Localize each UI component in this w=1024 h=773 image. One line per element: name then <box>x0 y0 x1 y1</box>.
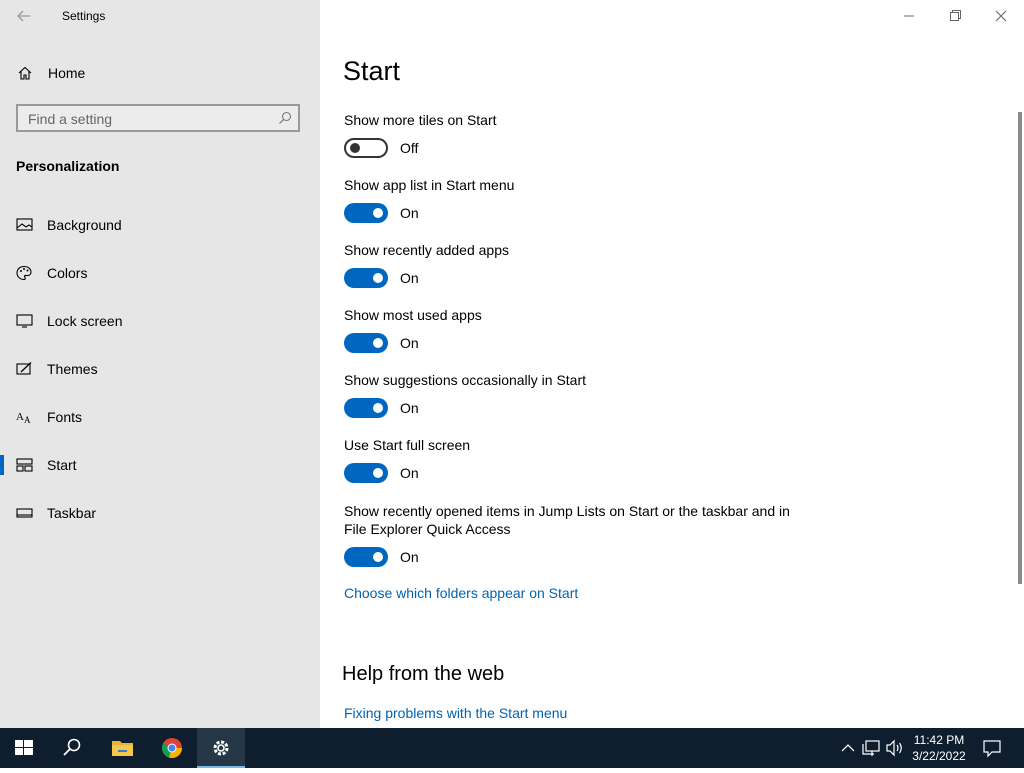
sidebar-item-label: Fonts <box>47 409 83 425</box>
sidebar-item-start[interactable]: Start <box>0 441 320 489</box>
search-box[interactable] <box>16 104 300 132</box>
home-icon <box>17 65 33 81</box>
chevron-up-icon[interactable] <box>838 728 858 768</box>
section-title: Personalization <box>16 158 120 174</box>
svg-text:A: A <box>24 415 31 425</box>
setting-title: Show more tiles on Start <box>344 112 497 128</box>
setting-jump-lists: Show recently opened items in Jump Lists… <box>344 502 804 571</box>
sidebar: Settings Home Personalization Background… <box>0 0 320 728</box>
toggle-state: Off <box>400 140 419 156</box>
toggle-state: On <box>400 400 419 416</box>
picture-icon <box>16 217 34 233</box>
toggle-state: On <box>400 465 419 481</box>
back-arrow-icon[interactable] <box>14 6 34 26</box>
toggle-state: On <box>400 270 419 286</box>
sidebar-nav: Background Colors Lock screen Themes AA … <box>0 201 320 537</box>
setting-title: Show recently opened items in Jump Lists… <box>344 503 790 537</box>
chrome-icon[interactable] <box>148 728 196 768</box>
fixing-start-menu-link[interactable]: Fixing problems with the Start menu <box>344 705 567 721</box>
toggle-knob <box>373 552 383 562</box>
svg-text:A: A <box>16 411 24 423</box>
clock[interactable]: 11:42 PM 3/22/2022 <box>906 732 972 764</box>
app-title: Settings <box>62 9 106 23</box>
toggle-knob <box>373 468 383 478</box>
toggle-state: On <box>400 205 419 221</box>
toggle-switch[interactable] <box>344 138 388 158</box>
toggle-knob <box>373 338 383 348</box>
choose-folders-link[interactable]: Choose which folders appear on Start <box>344 585 578 601</box>
sidebar-item-label: Themes <box>47 361 98 377</box>
title-bar: Settings <box>0 0 320 32</box>
main-content: Start Show more tiles on Start Off Show … <box>320 0 1024 728</box>
taskbar: 11:42 PM 3/22/2022 <box>0 728 1024 768</box>
monitor-icon <box>16 313 34 329</box>
page-title: Start <box>343 56 401 86</box>
sidebar-item-taskbar[interactable]: Taskbar <box>0 489 320 537</box>
network-icon[interactable] <box>860 728 882 768</box>
sidebar-item-fonts[interactable]: AA Fonts <box>0 393 320 441</box>
search-input[interactable] <box>26 109 270 129</box>
search-icon[interactable] <box>48 728 96 768</box>
help-section-title: Help from the web <box>342 663 505 685</box>
setting-recently-added: Show recently added apps On <box>344 241 804 292</box>
sidebar-item-label: Background <box>47 217 122 233</box>
toggle-switch[interactable] <box>344 203 388 223</box>
toggle-knob <box>373 403 383 413</box>
sidebar-item-lock-screen[interactable]: Lock screen <box>0 297 320 345</box>
restore-icon[interactable] <box>932 0 978 32</box>
setting-full-screen: Use Start full screen On <box>344 436 804 487</box>
toggle-knob <box>350 143 360 153</box>
setting-show-app-list: Show app list in Start menu On <box>344 176 804 227</box>
sidebar-item-label: Start <box>47 457 77 473</box>
setting-most-used: Show most used apps On <box>344 306 804 357</box>
toggle-switch[interactable] <box>344 398 388 418</box>
toggle-switch[interactable] <box>344 333 388 353</box>
toggle-state: On <box>400 549 419 565</box>
home-nav-item[interactable]: Home <box>0 56 320 90</box>
close-icon[interactable] <box>978 0 1024 32</box>
settings-gear-icon[interactable] <box>197 728 245 768</box>
toggle-knob <box>373 273 383 283</box>
sidebar-item-background[interactable]: Background <box>0 201 320 249</box>
clock-date: 3/22/2022 <box>912 749 966 763</box>
minimize-icon[interactable] <box>886 0 932 32</box>
setting-suggestions: Show suggestions occasionally in Start O… <box>344 371 804 422</box>
volume-icon[interactable] <box>884 728 906 768</box>
taskbar-icon <box>16 505 34 521</box>
toggle-switch[interactable] <box>344 463 388 483</box>
toggle-switch[interactable] <box>344 268 388 288</box>
setting-title: Show most used apps <box>344 307 482 323</box>
windows-start-icon[interactable] <box>0 728 48 768</box>
setting-show-more-tiles: Show more tiles on Start Off <box>344 111 804 162</box>
file-explorer-icon[interactable] <box>98 728 146 768</box>
sidebar-item-label: Taskbar <box>47 505 97 521</box>
toggle-switch[interactable] <box>344 547 388 567</box>
sidebar-item-label: Colors <box>47 265 88 281</box>
scrollbar[interactable] <box>1018 112 1022 584</box>
clock-time: 11:42 PM <box>913 733 965 747</box>
setting-title: Use Start full screen <box>344 437 471 453</box>
setting-title: Show recently added apps <box>344 242 509 258</box>
palette-icon <box>16 265 34 281</box>
notification-icon[interactable] <box>980 728 1004 768</box>
setting-title: Show suggestions occasionally in Start <box>344 372 587 388</box>
font-icon: AA <box>16 409 34 425</box>
toggle-state: On <box>400 335 419 351</box>
brush-icon <box>16 361 34 377</box>
toggle-knob <box>373 208 383 218</box>
search-icon[interactable] <box>278 111 292 125</box>
start-icon <box>16 457 34 473</box>
sidebar-item-themes[interactable]: Themes <box>0 345 320 393</box>
sidebar-item-colors[interactable]: Colors <box>0 249 320 297</box>
sidebar-item-label: Lock screen <box>47 313 123 329</box>
setting-title: Show app list in Start menu <box>344 177 515 193</box>
home-label: Home <box>48 65 86 81</box>
